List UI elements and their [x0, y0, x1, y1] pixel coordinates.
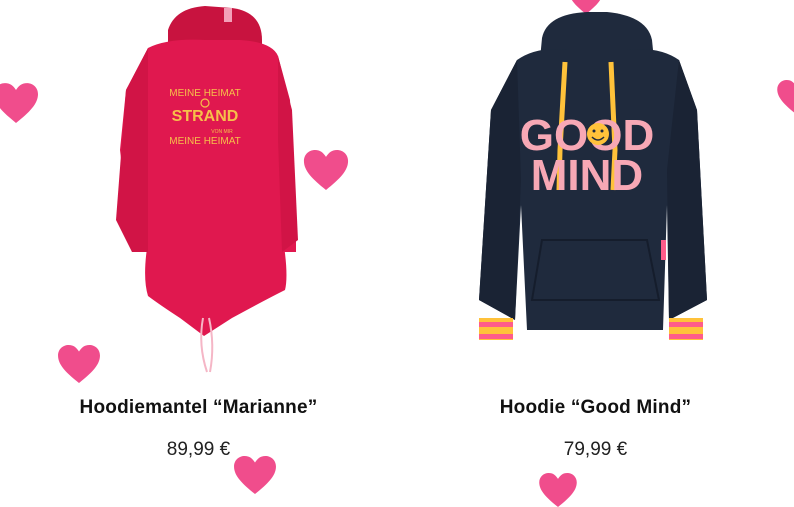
product-image-good-mind[interactable]: GOOD MIND — [397, 0, 794, 395]
print-text: MEINE HEIMAT — [169, 88, 240, 99]
product-price: 89,99 € — [166, 439, 231, 460]
product-image-marianne[interactable]: MEINE HEIMAT STRAND MEINE HEIMAT VON MIR — [0, 0, 397, 395]
print-text: VON MIR — [211, 129, 233, 135]
smiley-icon — [587, 123, 609, 145]
print-text: MIND — [531, 151, 643, 200]
print-text: STRAND — [172, 108, 239, 125]
product-price: 79,99 € — [563, 439, 628, 460]
product-name[interactable]: Hoodie “Good Mind” — [397, 397, 794, 419]
print-text: MEINE HEIMAT — [169, 136, 240, 147]
product-card-good-mind[interactable]: GOOD MIND Hoodie “Good Mind” 79,99 € — [397, 0, 794, 500]
product-name[interactable]: Hoodiemantel “Marianne” — [0, 397, 397, 419]
product-card-marianne[interactable]: MEINE HEIMAT STRAND MEINE HEIMAT VON MIR… — [0, 0, 397, 500]
